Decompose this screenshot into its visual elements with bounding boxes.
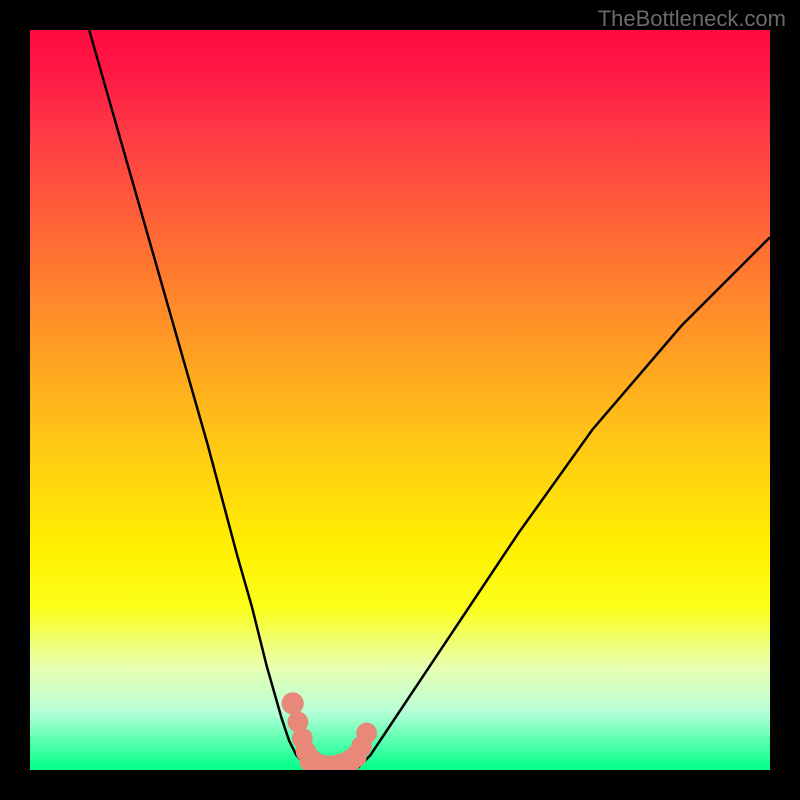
watermark-text: TheBottleneck.com — [598, 6, 786, 32]
series-left-curve — [89, 30, 311, 770]
plot-area — [30, 30, 770, 770]
marker-point — [356, 723, 377, 744]
series-right-curve — [356, 237, 770, 770]
marker-point — [282, 692, 304, 714]
markers-group — [282, 692, 377, 770]
series-group — [89, 30, 770, 770]
chart-canvas — [30, 30, 770, 770]
